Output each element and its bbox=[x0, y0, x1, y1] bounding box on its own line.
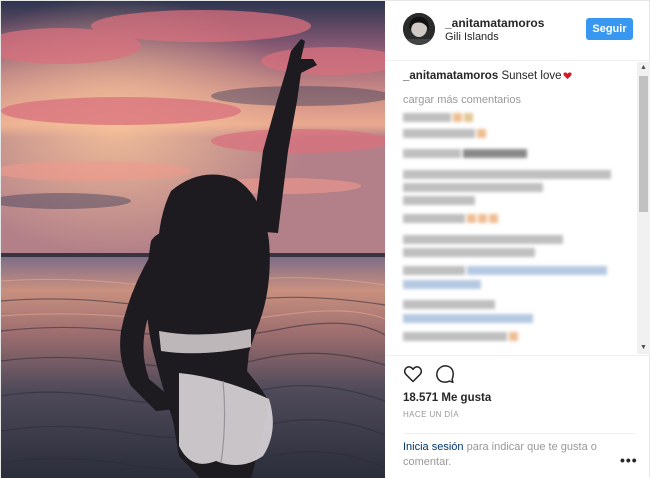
scroll-up-arrow[interactable]: ▲ bbox=[637, 62, 650, 74]
avatar-image bbox=[403, 13, 435, 45]
comment-row bbox=[403, 183, 545, 192]
load-more-comments-link[interactable]: cargar más comentarios bbox=[403, 94, 521, 106]
comments-list: _anitamatamoros Sunset love cargar más c… bbox=[385, 62, 650, 354]
instagram-post: _anitamatamoros Gili Islands Seguir _ani… bbox=[0, 0, 650, 478]
caption-username[interactable]: _anitamatamoros bbox=[403, 70, 498, 82]
sunset-photo-image bbox=[1, 1, 385, 478]
comment-row bbox=[403, 214, 500, 223]
post-photo[interactable] bbox=[1, 1, 385, 478]
login-link[interactable]: Inicia sesión bbox=[403, 441, 464, 453]
comment-row bbox=[403, 235, 565, 244]
comment-row bbox=[403, 248, 537, 257]
comment-button[interactable] bbox=[435, 364, 455, 384]
caption-text: Sunset love bbox=[501, 70, 562, 82]
heart-emoji-icon bbox=[562, 72, 572, 80]
comment-row bbox=[403, 300, 497, 309]
comment-row bbox=[403, 129, 488, 138]
follow-button[interactable]: Seguir bbox=[586, 18, 633, 40]
post-actions: 18.571 Me gusta HACE UN DÍA Inicia sesió… bbox=[385, 355, 650, 478]
post-caption: _anitamatamoros Sunset love bbox=[403, 70, 572, 82]
likes-count[interactable]: 18.571 Me gusta bbox=[403, 392, 491, 404]
comment-row bbox=[403, 266, 609, 275]
scroll-down-arrow[interactable]: ▼ bbox=[637, 342, 650, 354]
scrollbar-thumb[interactable] bbox=[639, 76, 648, 212]
post-timestamp[interactable]: HACE UN DÍA bbox=[403, 410, 459, 419]
comments-scrollbar[interactable]: ▲ ▼ bbox=[637, 62, 650, 354]
post-location[interactable]: Gili Islands bbox=[445, 31, 499, 43]
login-prompt: Inicia sesión para indicar que te gusta … bbox=[403, 440, 635, 470]
post-header: _anitamatamoros Gili Islands Seguir bbox=[385, 1, 650, 61]
like-button[interactable] bbox=[403, 364, 423, 384]
avatar[interactable] bbox=[403, 13, 435, 45]
comment-icon bbox=[436, 365, 454, 384]
divider bbox=[403, 433, 635, 434]
comment-row bbox=[403, 196, 477, 205]
comment-row bbox=[403, 170, 613, 179]
comment-row bbox=[403, 149, 529, 158]
comment-row bbox=[403, 332, 520, 341]
more-options-icon[interactable]: ••• bbox=[620, 452, 638, 468]
post-username[interactable]: _anitamatamoros bbox=[445, 16, 544, 30]
post-side-panel: _anitamatamoros Gili Islands Seguir _ani… bbox=[385, 1, 650, 478]
heart-icon bbox=[403, 366, 423, 383]
comment-row bbox=[403, 280, 483, 289]
comment-row bbox=[403, 113, 475, 122]
comment-row bbox=[403, 314, 535, 323]
